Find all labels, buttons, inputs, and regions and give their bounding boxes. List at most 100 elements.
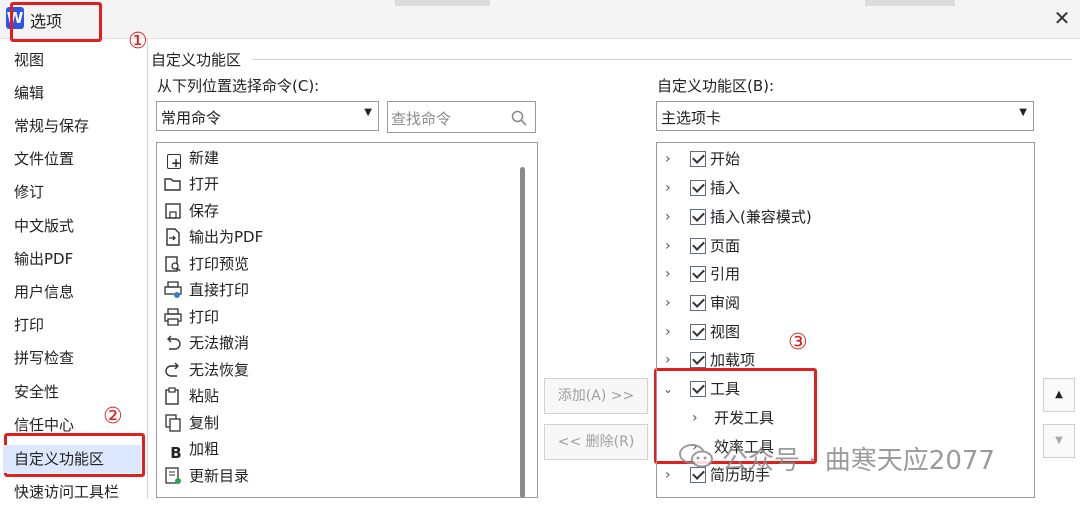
tree-item-label: 加载项 [710, 351, 756, 369]
quick-print-icon [164, 281, 182, 298]
list-item-label: 保存 [189, 202, 220, 220]
list-item-label: 加粗 [189, 440, 220, 458]
list-item-label: 打印 [189, 308, 220, 326]
add-button[interactable]: 添加(A) >> [544, 378, 648, 414]
chevron-right-icon[interactable]: › [665, 232, 671, 260]
tree-subitem-developer[interactable]: › 开发工具 [657, 404, 1027, 432]
ribbon-tabs-dropdown[interactable]: 主选项卡 ▼ [656, 101, 1034, 131]
tab-checkbox[interactable] [690, 381, 706, 397]
list-item-label: 无法撤消 [189, 334, 250, 352]
export-pdf-icon [166, 228, 180, 246]
section-title: 自定义功能区 [151, 51, 242, 69]
remove-button[interactable]: << 删除(R) [544, 424, 648, 460]
tree-item-label: 审阅 [710, 294, 741, 312]
section-divider [252, 59, 1072, 60]
arrow-down-icon: ▼ [1055, 435, 1063, 446]
save-icon [165, 203, 181, 219]
tree-item-label: 引用 [710, 265, 741, 283]
chevron-right-icon[interactable]: › [692, 404, 698, 432]
tree-item-page[interactable]: › 页面 [657, 232, 1027, 260]
tab-checkbox[interactable] [690, 151, 706, 167]
nav-item-quick-access[interactable]: 快速访问工具栏 [14, 478, 119, 506]
list-item-label: 新建 [189, 149, 220, 167]
tree-item-tools[interactable]: ⌄ 工具 [657, 375, 1027, 403]
dropdown-arrow-icon: ▼ [364, 107, 372, 118]
tree-item-label: 页面 [710, 237, 741, 255]
close-button[interactable]: ✕ [1050, 6, 1074, 30]
list-item-label: 更新目录 [189, 467, 250, 485]
arrow-up-icon: ▲ [1055, 389, 1063, 400]
search-icon [511, 110, 527, 126]
command-source-value: 常用命令 [161, 109, 222, 127]
print-preview-icon [165, 256, 181, 272]
tree-item-insert[interactable]: › 插入 [657, 174, 1027, 202]
chevron-right-icon[interactable]: › [665, 461, 671, 489]
watermark-text: 公众号 · 曲寒天应2077 [722, 446, 995, 476]
tab-checkbox[interactable] [690, 180, 706, 196]
tab-checkbox[interactable] [690, 266, 706, 282]
dropdown-arrow-icon: ▼ [1019, 107, 1027, 118]
tree-item-view[interactable]: › 视图 [657, 318, 1027, 346]
tree-item-references[interactable]: › 引用 [657, 260, 1027, 288]
chevron-right-icon[interactable]: › [665, 346, 671, 374]
tree-item-review[interactable]: › 审阅 [657, 289, 1027, 317]
chevron-right-icon[interactable]: › [665, 145, 671, 173]
tree-item-insert-compat[interactable]: › 插入(兼容模式) [657, 203, 1027, 231]
title-bar: W 选项 ✕ [0, 0, 1080, 39]
copy-icon [165, 414, 181, 432]
move-up-button[interactable]: ▲ [1043, 378, 1075, 412]
nav-item-general-save[interactable]: 常规与保存 [14, 112, 89, 140]
nav-item-chinese-layout[interactable]: 中文版式 [14, 212, 74, 240]
nav-item-spell-check[interactable]: 拼写检查 [14, 344, 74, 372]
search-placeholder: 查找命令 [391, 110, 452, 128]
nav-item-view[interactable]: 视图 [14, 46, 44, 74]
nav-item-file-location[interactable]: 文件位置 [14, 145, 74, 173]
search-command-input[interactable]: 查找命令 [387, 101, 536, 133]
nav-item-print[interactable]: 打印 [14, 311, 44, 339]
undo-icon [167, 335, 181, 350]
nav-item-customize-ribbon[interactable]: 自定义功能区 [3, 445, 141, 473]
tab-checkbox[interactable] [690, 209, 706, 225]
annotation-box-title [10, 2, 102, 42]
tab-checkbox[interactable] [690, 352, 706, 368]
update-toc-icon [165, 467, 181, 484]
options-nav: 视图 编辑 常规与保存 文件位置 修订 中文版式 输出PDF 用户信息 打印 拼… [0, 39, 148, 501]
nav-item-export-pdf[interactable]: 输出PDF [14, 245, 73, 273]
nav-item-revision[interactable]: 修订 [14, 178, 44, 206]
command-list[interactable]: + 新建 打开 保存 输出为PDF 打印预览 直接打印 打印 无法撤消 无法恢复… [156, 142, 538, 498]
tree-item-label: 工具 [710, 380, 741, 398]
background-window-strip [395, 0, 490, 6]
chevron-down-icon[interactable]: ⌄ [663, 375, 673, 403]
nav-item-user-info[interactable]: 用户信息 [14, 278, 74, 306]
print-icon [164, 308, 182, 326]
chevron-right-icon[interactable]: › [665, 260, 671, 288]
command-list-scrollbar[interactable] [520, 167, 525, 497]
list-item-label: 无法恢复 [189, 361, 250, 379]
chevron-right-icon[interactable]: › [665, 318, 671, 346]
command-source-dropdown[interactable]: 常用命令 ▼ [156, 101, 379, 131]
customize-ribbon-label: 自定义功能区(B): [657, 77, 775, 95]
chevron-right-icon[interactable]: › [665, 174, 671, 202]
folder-open-icon [164, 178, 181, 191]
tab-checkbox[interactable] [690, 324, 706, 340]
background-window-strip [865, 0, 955, 6]
tab-checkbox[interactable] [690, 295, 706, 311]
tab-checkbox[interactable] [690, 238, 706, 254]
list-item-label: 粘贴 [189, 387, 220, 405]
tree-item-addins[interactable]: › 加载项 [657, 346, 1027, 374]
nav-item-security[interactable]: 安全性 [14, 378, 59, 406]
list-item-label: 复制 [189, 414, 220, 432]
ribbon-tabs-value: 主选项卡 [661, 109, 722, 127]
nav-item-edit[interactable]: 编辑 [14, 79, 44, 107]
list-item-label: 直接打印 [189, 281, 250, 299]
list-item-label: 打印预览 [189, 255, 250, 273]
tree-item-home[interactable]: › 开始 [657, 145, 1027, 173]
nav-item-trust-center[interactable]: 信任中心 [14, 411, 74, 439]
chevron-right-icon[interactable]: › [665, 289, 671, 317]
tree-item-label: 开发工具 [714, 409, 775, 427]
move-down-button[interactable]: ▼ [1043, 424, 1075, 458]
paste-icon [165, 387, 179, 405]
chevron-right-icon[interactable]: › [665, 203, 671, 231]
redo-icon [165, 362, 179, 377]
list-item-label: 打开 [189, 175, 220, 193]
